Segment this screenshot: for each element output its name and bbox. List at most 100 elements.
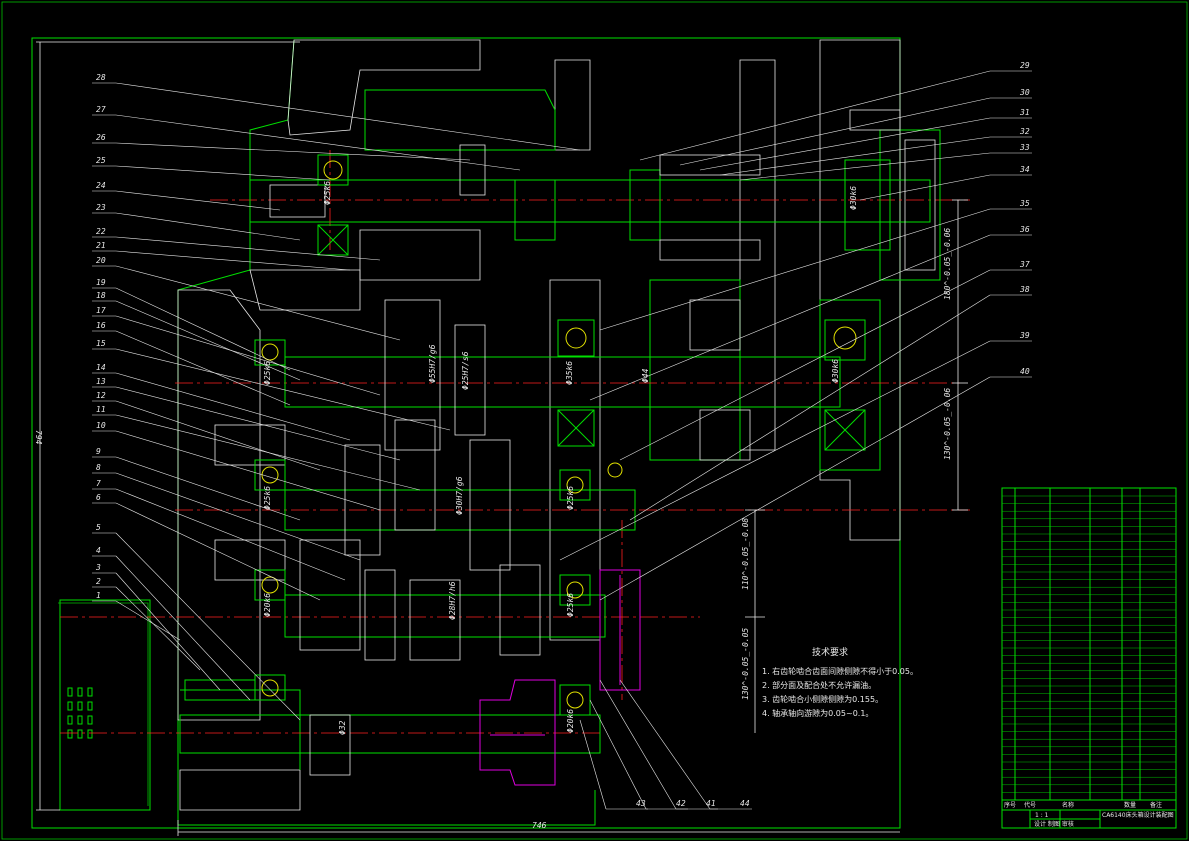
part-number-label: 34 xyxy=(1019,165,1030,174)
shaft-fit-label: Φ25H7/s6 xyxy=(461,351,470,390)
dim-center-top: 180^-0.05_-0.06 xyxy=(943,228,952,300)
leader-line xyxy=(599,679,677,810)
assembly-drawing: 1234567891011121314151617181920212223242… xyxy=(1,1,1188,840)
part-number-label: 36 xyxy=(1019,225,1030,234)
shaft-fit-label: Φ30H7/g6 xyxy=(455,476,464,515)
part-number-label: 12 xyxy=(96,391,106,400)
leader-line xyxy=(115,586,201,671)
col-header-remark: 备注 xyxy=(1150,801,1162,809)
part-number-label: 17 xyxy=(96,306,106,315)
part-number-label: 26 xyxy=(96,133,106,142)
part-number-label: 37 xyxy=(1019,260,1030,269)
shaft-fit-label: Φ44 xyxy=(641,368,650,383)
dim-center-right: 110^-0.05_-0.08 xyxy=(741,518,750,590)
leader-line xyxy=(115,250,351,271)
leader-line xyxy=(115,287,291,371)
part-number-label: 23 xyxy=(96,203,106,212)
part-number-label: 24 xyxy=(96,181,106,190)
part-number-label: 11 xyxy=(96,405,106,414)
part-number-label: 39 xyxy=(1019,331,1030,340)
shaft-fit-label: Φ28H7/h6 xyxy=(448,581,457,620)
part-number-label: 7 xyxy=(96,479,101,488)
part-number-label: 22 xyxy=(96,227,106,236)
part-number-label: 14 xyxy=(96,363,106,372)
technical-requirements: 技术要求 1. 右齿轮啮合齿面间隙侧隙不得小于0.05。 2. 部分面及配合处不… xyxy=(762,646,918,718)
tech-req-title: 技术要求 xyxy=(812,646,848,658)
dim-overall-width: 746 xyxy=(532,821,547,830)
bearings xyxy=(254,154,891,716)
leader-line xyxy=(115,555,251,701)
part-number-label: 5 xyxy=(96,523,101,532)
tech-req-item-2: 2. 部分面及配合处不允许漏油。 xyxy=(762,680,876,690)
leader-line xyxy=(599,376,991,601)
title-block-scale: 1 : 1 xyxy=(1035,812,1049,819)
leader-line xyxy=(115,236,381,261)
col-header-code: 代号 xyxy=(1024,801,1036,809)
part-number-label: 32 xyxy=(1019,127,1030,136)
part-number-label: 13 xyxy=(96,377,106,386)
leader-line xyxy=(115,502,321,601)
part-number-label: 1 xyxy=(96,591,101,600)
part-number-label: 15 xyxy=(96,339,106,348)
shaft-fit-label: Φ20k6 xyxy=(566,709,575,733)
shaft-fit-label: Φ35k6 xyxy=(565,361,574,385)
parts-list-table: 序号 代号 名称 数量 备注 1 : 1 CA6140床头箱设计装配图 设计 制… xyxy=(1001,487,1177,829)
part-number-label: 30 xyxy=(1019,88,1030,97)
leader-lines xyxy=(92,70,1032,810)
shaft-fit-label: Φ25k6 xyxy=(263,361,272,385)
shaft-fit-label: Φ25k6 xyxy=(263,486,272,510)
shaft-fit-label: Φ25k6 xyxy=(566,593,575,617)
shaft-fit-label: Φ55H7/g6 xyxy=(428,344,437,383)
leader-line xyxy=(115,472,361,561)
dim-overall-height: 794 xyxy=(34,430,43,445)
terminal-grid xyxy=(67,687,93,739)
part-number-label: 38 xyxy=(1019,285,1030,294)
part-number-label: 42 xyxy=(676,799,686,808)
part-number-label: 29 xyxy=(1020,61,1030,70)
part-number-label: 21 xyxy=(96,241,106,250)
right-cover xyxy=(849,109,941,281)
dim-center-bottom: 130^-0.05_-0.05 xyxy=(741,628,750,700)
shaft-fit-label: Φ25k6 xyxy=(323,181,332,205)
leader-line xyxy=(739,152,991,181)
leader-line xyxy=(719,136,991,176)
part-number-label: 20 xyxy=(96,256,106,265)
leader-line xyxy=(115,572,221,691)
part-number-label: 16 xyxy=(96,321,106,330)
tech-req-item-1: 1. 右齿轮啮合齿面间隙侧隙不得小于0.05。 xyxy=(762,666,918,676)
col-header-name: 名称 xyxy=(1062,801,1074,809)
part-number-label: 28 xyxy=(96,73,106,82)
tech-req-item-3: 3. 齿轮啮合小侧隙侧隙为0.155。 xyxy=(762,694,883,704)
leader-line xyxy=(115,400,321,471)
housing xyxy=(58,39,901,826)
leader-line xyxy=(115,532,301,721)
leader-line xyxy=(115,190,281,211)
leader-line xyxy=(115,82,581,151)
part-number-label: 27 xyxy=(96,105,106,114)
shaft-fit-label: Φ30k6 xyxy=(831,359,840,383)
part-number-label: 2 xyxy=(96,577,101,586)
part-number-label: 40 xyxy=(1020,367,1030,376)
leader-line xyxy=(589,699,647,810)
shaft-fit-label: Φ30k6 xyxy=(849,186,858,210)
shaft-fit-label: Φ20k6 xyxy=(263,593,272,617)
shafts xyxy=(179,169,931,754)
part-number-label: 6 xyxy=(96,493,101,502)
title-block-name: CA6140床头箱设计装配图 xyxy=(1102,811,1174,819)
part-number-label: 10 xyxy=(96,421,106,430)
part-number-label: 19 xyxy=(96,278,106,287)
shaft-fit-label: Φ25k6 xyxy=(566,486,575,510)
part-number-label: 3 xyxy=(95,563,101,572)
part-number-label: 9 xyxy=(96,447,101,456)
leader-line xyxy=(115,165,331,181)
leader-line xyxy=(115,142,471,161)
title-block-footer: 设计 制图 审核 xyxy=(1034,820,1074,828)
part-number-label: 31 xyxy=(1019,108,1030,117)
leader-line xyxy=(115,456,301,521)
part-number-label: 25 xyxy=(96,156,106,165)
tech-req-item-4: 4. 轴承轴向游隙为0.05~0.1。 xyxy=(762,708,873,718)
col-header-qty: 数量 xyxy=(1124,801,1136,809)
part-number-label: 43 xyxy=(636,799,646,808)
leader-line xyxy=(115,488,346,581)
shaft-fit-labels: Φ25k6 Φ25H7/s6 Φ35k6 Φ55H7/g6 Φ30k6 Φ44 Φ30k6 Φ… xyxy=(263,181,858,735)
